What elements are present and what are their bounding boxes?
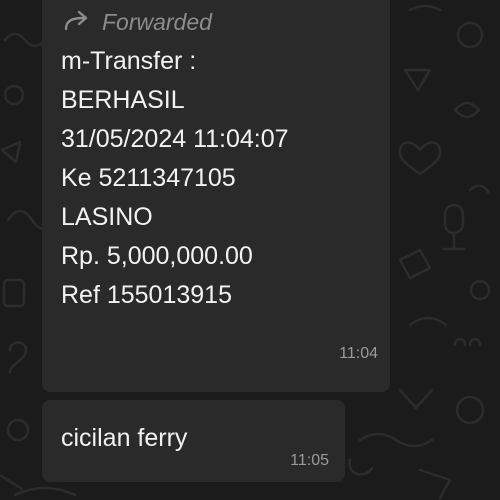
message-line: Rp. 5,000,000.00 (61, 242, 253, 270)
message-timestamp: 11:04 (339, 345, 378, 362)
message-line: Ke 5211347105 (61, 164, 236, 192)
message-line: 31/05/2024 11:04:07 (61, 125, 289, 153)
forwarded-message-text: m-Transfer : BERHASIL 31/05/2024 11:04:0… (61, 42, 361, 315)
message-timestamp: 11:05 (290, 452, 329, 469)
reply-message-text: cicilan ferry (61, 424, 188, 452)
forward-arrow-icon (64, 11, 88, 31)
forwarded-indicator: Forwarded (62, 7, 212, 37)
message-line: LASINO (61, 203, 153, 231)
reply-message-bubble[interactable]: cicilan ferry 11:05 (42, 400, 345, 482)
message-line: BERHASIL (61, 86, 185, 114)
forwarded-label: Forwarded (102, 8, 212, 35)
message-line: Ref 155013915 (61, 281, 232, 309)
message-line: m-Transfer : (61, 47, 197, 75)
forwarded-message-bubble[interactable]: Forwarded m-Transfer : BERHASIL 31/05/20… (42, 0, 390, 392)
